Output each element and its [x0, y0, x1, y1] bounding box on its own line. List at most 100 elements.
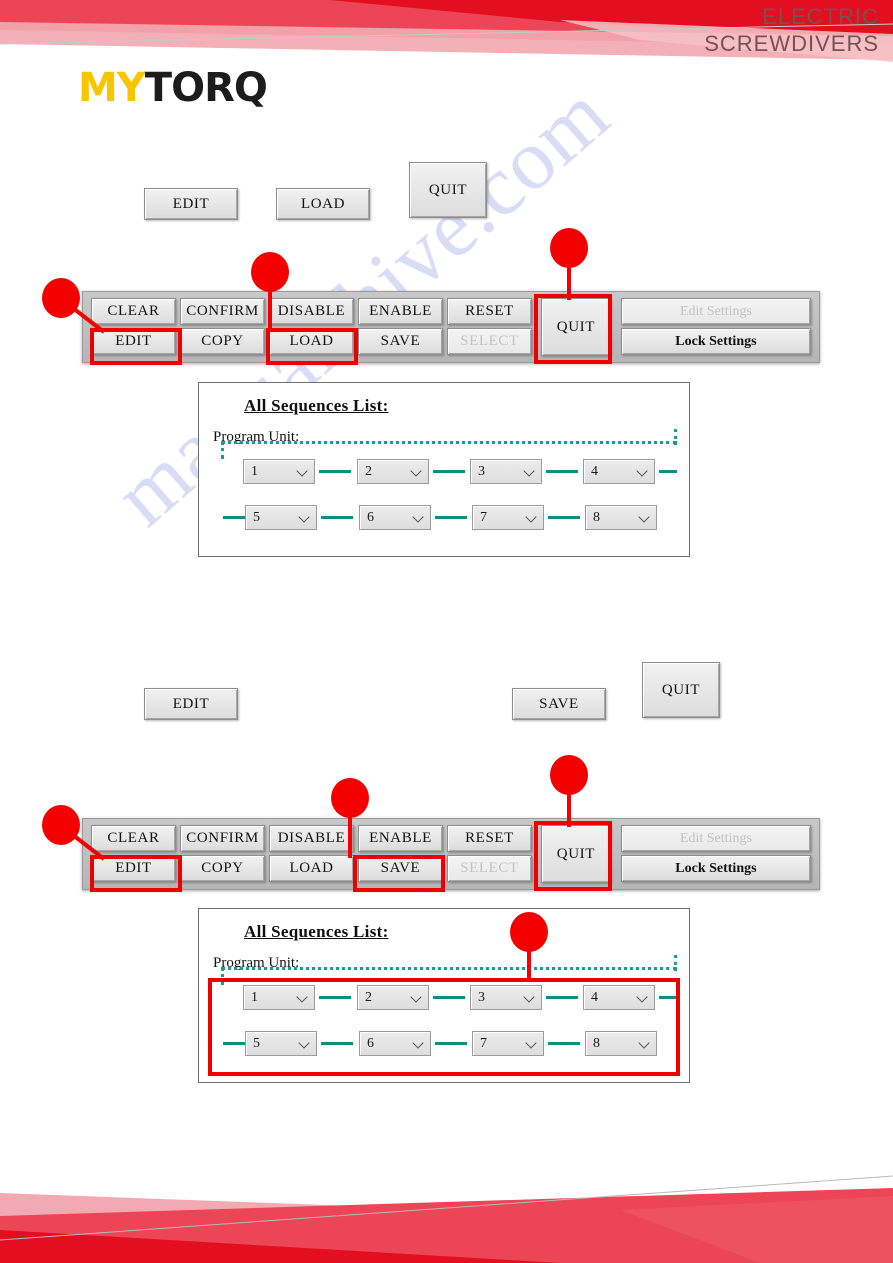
button-label: CONFIRM [186, 303, 259, 319]
sequence-link [548, 1042, 580, 1045]
sequence-dropdown-6[interactable]: 6 [359, 505, 431, 530]
dropdown-value: 8 [593, 509, 600, 525]
sequence-dropdown-3[interactable]: 3 [470, 459, 542, 484]
standalone-save-button-2[interactable]: SAVE [512, 688, 606, 720]
toolbar-button-confirm-1[interactable]: CONFIRM [180, 298, 265, 325]
toolbar-button-select-2: SELECT [447, 855, 532, 882]
toolbar-button-copy-2[interactable]: COPY [180, 855, 265, 882]
footer-decorative-band [0, 1148, 893, 1263]
callout-dot-save-2 [331, 778, 369, 818]
button-label: QUIT [556, 845, 596, 862]
sequence-row-top-1: 1 2 3 4 [199, 459, 689, 486]
toolbar-button-copy-1[interactable]: COPY [180, 328, 265, 355]
dropdown-value: 7 [480, 1035, 487, 1051]
chevron-down-icon [296, 464, 308, 477]
sequence-link [548, 516, 580, 519]
sequence-wrap-dotted-left-1 [221, 441, 224, 459]
button-label: EDIT [172, 195, 210, 212]
chevron-down-icon [298, 1036, 310, 1049]
sequence-link [659, 996, 677, 999]
standalone-quit-button-1[interactable]: QUIT [409, 162, 487, 218]
button-label: Lock Settings [675, 333, 757, 349]
button-label: RESET [465, 830, 514, 846]
dropdown-value: 3 [478, 463, 485, 479]
sequence-dropdown-1[interactable]: 1 [243, 459, 315, 484]
dropdown-value: 1 [251, 463, 258, 479]
toolbar-button-load-2[interactable]: LOAD [269, 855, 354, 882]
button-label: DISABLE [277, 303, 346, 319]
logo-my: MY [78, 65, 146, 111]
button-label: RESET [465, 303, 514, 319]
sequence-link [223, 1042, 245, 1045]
chevron-down-icon [523, 990, 535, 1003]
sequence-dropdown-2[interactable]: 2 [357, 985, 429, 1010]
toolbar-button-quit-2[interactable]: QUIT [541, 825, 611, 883]
button-label: DISABLE [277, 830, 346, 846]
brand-logo: MYTORQ [78, 65, 268, 111]
chevron-down-icon [525, 510, 537, 523]
toolbar-button-reset-1[interactable]: RESET [447, 298, 532, 325]
sequence-link [321, 1042, 353, 1045]
toolbar-settings-column-1: Edit Settings Lock Settings [620, 298, 811, 356]
sequence-dropdown-3[interactable]: 3 [470, 985, 542, 1010]
sequence-link [433, 996, 465, 999]
sequence-dropdown-8[interactable]: 8 [585, 1031, 657, 1056]
standalone-edit-button-1[interactable]: EDIT [144, 188, 238, 220]
dropdown-value: 4 [591, 989, 598, 1005]
chevron-down-icon [296, 990, 308, 1003]
sequence-dropdown-8[interactable]: 8 [585, 505, 657, 530]
toolbar-quit-cell-2: QUIT [541, 825, 611, 883]
button-label: Edit Settings [679, 830, 752, 846]
sequences-rows-2: 1 2 3 4 5 6 7 8 [199, 955, 689, 1077]
button-label: COPY [201, 333, 244, 349]
toolbar-button-disable-2[interactable]: DISABLE [269, 825, 354, 852]
toolbar-button-edit-settings-2: Edit Settings [620, 825, 811, 852]
toolbar-button-save-2[interactable]: SAVE [358, 855, 443, 882]
sequence-dropdown-1[interactable]: 1 [243, 985, 315, 1010]
sequence-dropdown-2[interactable]: 2 [357, 459, 429, 484]
sequence-dropdown-7[interactable]: 7 [472, 1031, 544, 1056]
sequence-dropdown-4[interactable]: 4 [583, 459, 655, 484]
sequence-dropdown-5[interactable]: 5 [245, 1031, 317, 1056]
dropdown-value: 1 [251, 989, 258, 1005]
sequence-link [659, 470, 677, 473]
button-label: QUIT [428, 181, 468, 198]
toolbar-button-load-1[interactable]: LOAD [269, 328, 354, 355]
chevron-down-icon [523, 464, 535, 477]
chevron-down-icon [638, 510, 650, 523]
toolbar-button-reset-2[interactable]: RESET [447, 825, 532, 852]
standalone-edit-button-2[interactable]: EDIT [144, 688, 238, 720]
button-label: CONFIRM [186, 830, 259, 846]
dropdown-value: 2 [365, 989, 372, 1005]
standalone-quit-button-2[interactable]: QUIT [642, 662, 720, 718]
chevron-down-icon [412, 1036, 424, 1049]
button-label: SAVE [380, 333, 421, 349]
logo-torq: TORQ [144, 65, 268, 111]
sequence-dropdown-4[interactable]: 4 [583, 985, 655, 1010]
dropdown-value: 4 [591, 463, 598, 479]
toolbar-button-edit-settings-1: Edit Settings [620, 298, 811, 325]
chevron-down-icon [410, 464, 422, 477]
sequence-dropdown-5[interactable]: 5 [245, 505, 317, 530]
toolbar-button-enable-2[interactable]: ENABLE [358, 825, 443, 852]
dropdown-value: 5 [253, 1035, 260, 1051]
sequence-dropdown-7[interactable]: 7 [472, 505, 544, 530]
toolbar-button-save-1[interactable]: SAVE [358, 328, 443, 355]
sequence-link [223, 516, 245, 519]
dropdown-value: 8 [593, 1035, 600, 1051]
sequence-dropdown-6[interactable]: 6 [359, 1031, 431, 1056]
button-label: COPY [201, 860, 244, 876]
button-label: QUIT [661, 681, 701, 698]
dropdown-value: 7 [480, 509, 487, 525]
toolbar-button-lock-settings-1[interactable]: Lock Settings [620, 328, 811, 355]
sequence-link [546, 470, 578, 473]
sequence-wrap-dotted-line-1 [221, 441, 677, 444]
sequence-wrap-dotted-left-2 [221, 967, 224, 985]
sequence-row-bottom-2: 5 6 7 8 [199, 1031, 689, 1058]
toolbar-button-disable-1[interactable]: DISABLE [269, 298, 354, 325]
toolbar-button-confirm-2[interactable]: CONFIRM [180, 825, 265, 852]
toolbar-button-quit-1[interactable]: QUIT [541, 298, 611, 356]
standalone-load-button-1[interactable]: LOAD [276, 188, 370, 220]
toolbar-button-lock-settings-2[interactable]: Lock Settings [620, 855, 811, 882]
toolbar-button-enable-1[interactable]: ENABLE [358, 298, 443, 325]
